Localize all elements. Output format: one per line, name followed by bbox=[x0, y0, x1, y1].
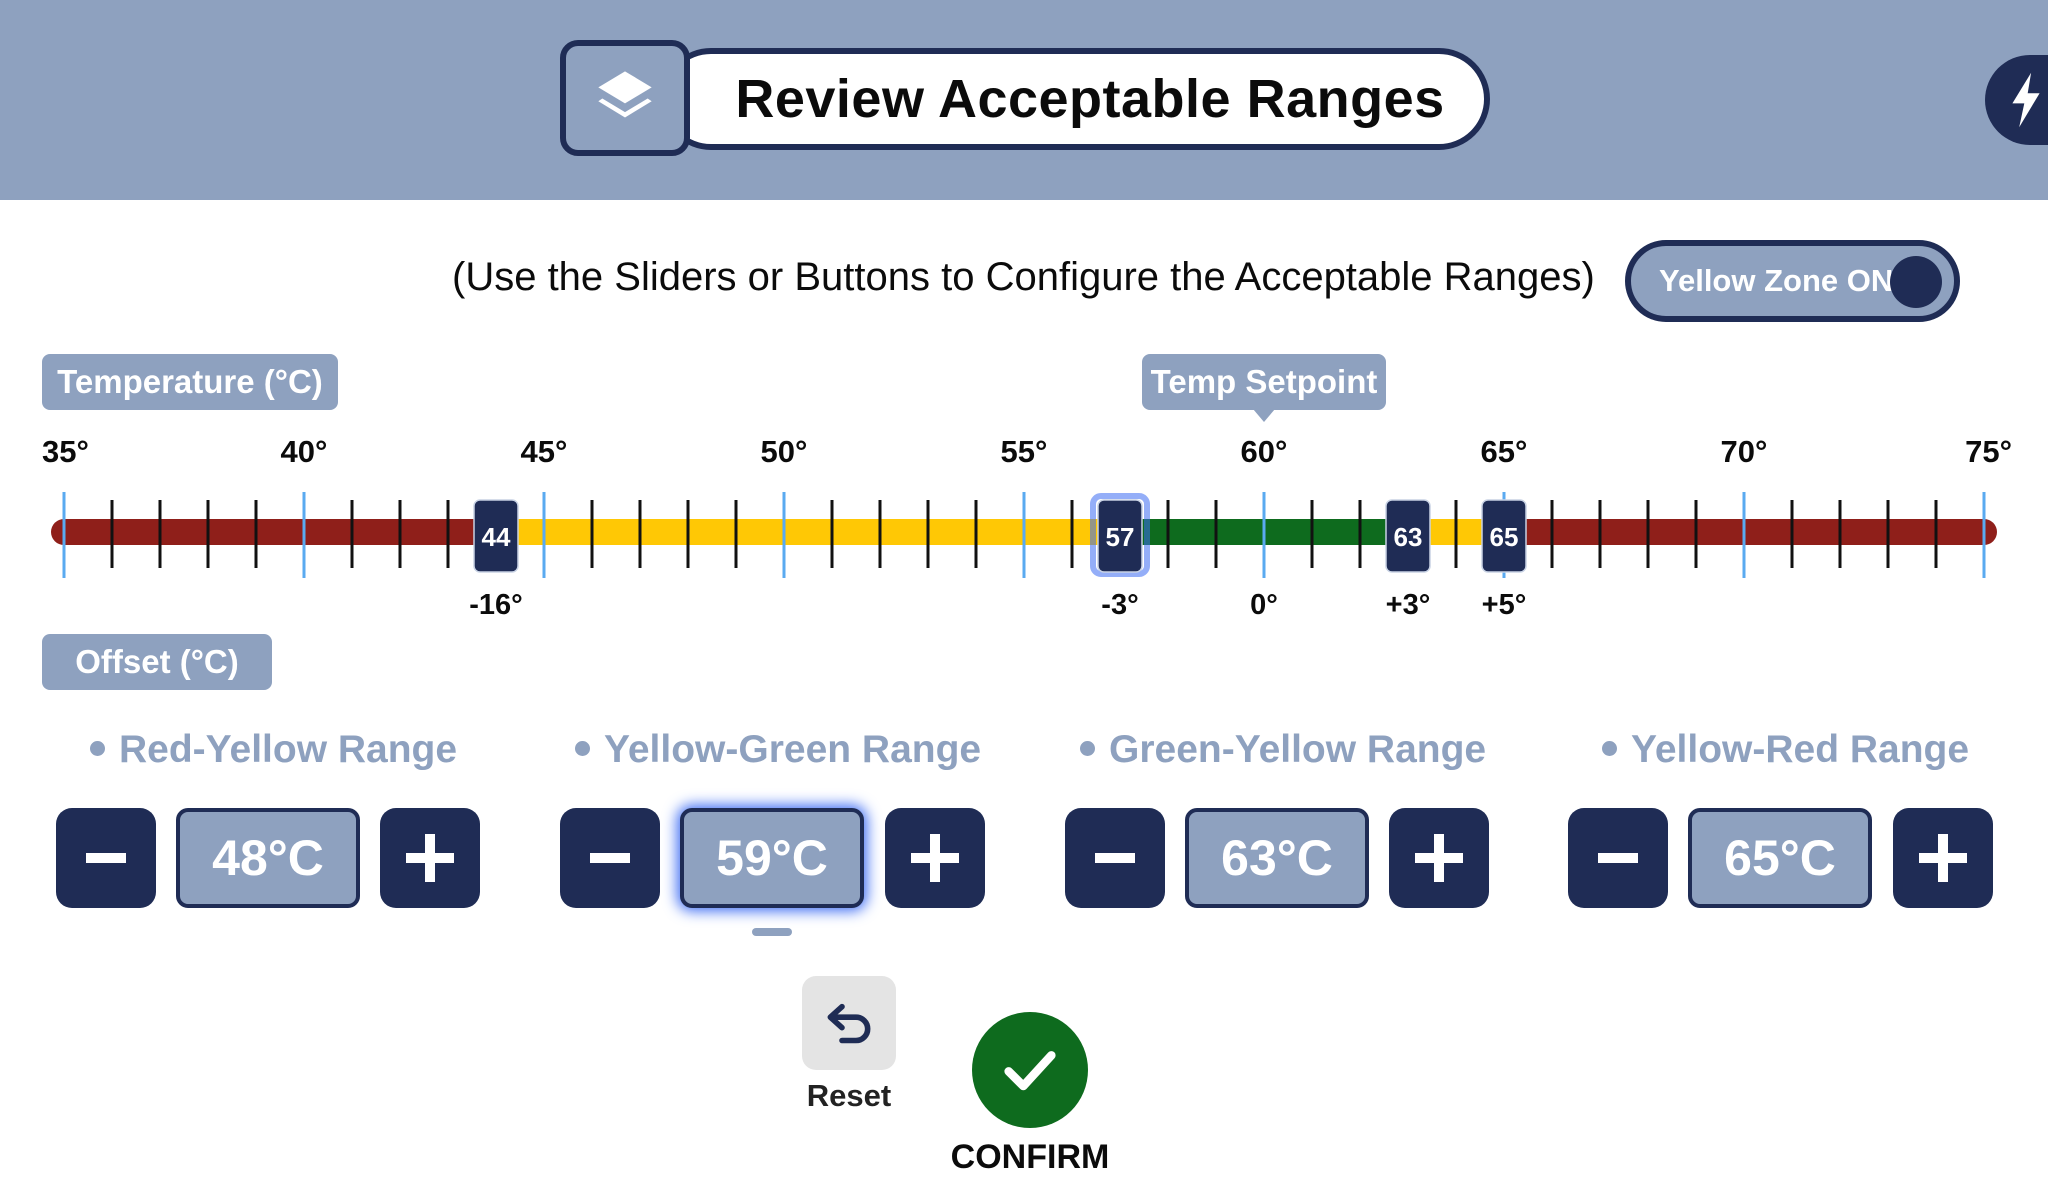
offset-axis-label: Offset (°C) bbox=[42, 634, 272, 690]
temperature-tick-label: 45° bbox=[521, 434, 568, 469]
plus-icon bbox=[406, 834, 454, 882]
layers-icon bbox=[598, 71, 652, 118]
temperature-tick-label: 60° bbox=[1241, 434, 1288, 469]
range-title-text: Yellow-Red Range bbox=[1631, 728, 1970, 771]
range-handle-label: 63 bbox=[1394, 522, 1423, 552]
offset-tick-label: -16° bbox=[469, 589, 523, 621]
header-bar: Review Acceptable Ranges bbox=[0, 0, 2048, 200]
lightning-bolt-icon bbox=[2012, 72, 2040, 128]
reset-button[interactable] bbox=[802, 976, 896, 1070]
range-title-yellow-red: Yellow-Red Range bbox=[1602, 728, 1969, 772]
range-title-text: Red-Yellow Range bbox=[119, 728, 458, 771]
checkmark-icon bbox=[1004, 1051, 1056, 1091]
yellow-zone-toggle-label: Yellow Zone ON bbox=[1659, 263, 1894, 298]
confirm-label: CONFIRM bbox=[950, 1138, 1110, 1176]
bullet-icon bbox=[575, 741, 590, 757]
yellow-red-decrement-button[interactable] bbox=[1568, 808, 1668, 908]
offset-tick-label: 0° bbox=[1250, 589, 1278, 621]
offset-tick-label: +3° bbox=[1386, 589, 1431, 621]
plus-icon bbox=[1415, 834, 1463, 882]
minus-icon bbox=[1598, 853, 1638, 863]
yellow-red-increment-button[interactable] bbox=[1893, 808, 1993, 908]
confirm-button[interactable] bbox=[972, 1012, 1088, 1128]
bullet-icon bbox=[1080, 741, 1095, 757]
red-yellow-increment-button[interactable] bbox=[380, 808, 480, 908]
minus-icon bbox=[86, 853, 126, 863]
minus-icon bbox=[1095, 853, 1135, 863]
temp-setpoint-label: Temp Setpoint bbox=[1142, 354, 1386, 410]
temperature-tick-label: 70° bbox=[1721, 434, 1768, 469]
reset-label: Reset bbox=[806, 1078, 892, 1113]
yellow-red-value[interactable]: 65°C bbox=[1688, 808, 1872, 908]
toggle-knob bbox=[1890, 256, 1942, 308]
range-title-text: Yellow-Green Range bbox=[604, 728, 982, 771]
range-handle-label: 44 bbox=[482, 522, 511, 552]
range-slider[interactable]: 35° 40° 45° 50° 55° 60° 65° 70° 75° -16° -3° 0° +3° +… bbox=[0, 420, 2048, 635]
range-title-red-yellow: Red-Yellow Range bbox=[90, 728, 457, 772]
range-handle-label: 57 bbox=[1106, 522, 1135, 552]
active-range-indicator bbox=[752, 928, 792, 936]
yellow-green-decrement-button[interactable] bbox=[560, 808, 660, 908]
yellow-green-increment-button[interactable] bbox=[885, 808, 985, 908]
bullet-icon bbox=[90, 741, 105, 757]
temperature-tick-label: 40° bbox=[281, 434, 328, 469]
yellow-green-value[interactable]: 59°C bbox=[680, 808, 864, 908]
green-yellow-decrement-button[interactable] bbox=[1065, 808, 1165, 908]
layers-button[interactable] bbox=[560, 40, 690, 156]
green-yellow-increment-button[interactable] bbox=[1389, 808, 1489, 908]
range-handle-label: 65 bbox=[1490, 522, 1519, 552]
offset-tick-label: -3° bbox=[1101, 589, 1138, 621]
plus-icon bbox=[1919, 834, 1967, 882]
quick-action-button[interactable] bbox=[1985, 55, 2048, 145]
range-title-yellow-green: Yellow-Green Range bbox=[575, 728, 981, 772]
minus-icon bbox=[590, 853, 630, 863]
range-title-green-yellow: Green-Yellow Range bbox=[1080, 728, 1486, 772]
page-title-pill: Review Acceptable Ranges bbox=[660, 48, 1490, 150]
temperature-tick-label: 65° bbox=[1481, 434, 1528, 469]
temperature-axis-label: Temperature (°C) bbox=[42, 354, 338, 410]
yellow-zone-toggle[interactable]: Yellow Zone ON bbox=[1625, 240, 1960, 322]
temperature-tick-label: 50° bbox=[761, 434, 808, 469]
bullet-icon bbox=[1602, 741, 1617, 757]
undo-arrow-icon bbox=[827, 1003, 871, 1044]
temperature-tick-label: 55° bbox=[1001, 434, 1048, 469]
page-title: Review Acceptable Ranges bbox=[735, 69, 1445, 129]
range-title-text: Green-Yellow Range bbox=[1109, 728, 1487, 771]
temperature-tick-label: 35° bbox=[42, 434, 89, 469]
instruction-text: (Use the Sliders or Buttons to Configure… bbox=[452, 255, 1595, 299]
temperature-tick-label: 75° bbox=[1965, 434, 2012, 469]
green-yellow-value[interactable]: 63°C bbox=[1185, 808, 1369, 908]
red-yellow-value[interactable]: 48°C bbox=[176, 808, 360, 908]
red-yellow-decrement-button[interactable] bbox=[56, 808, 156, 908]
offset-tick-label: +5° bbox=[1482, 589, 1527, 621]
plus-icon bbox=[911, 834, 959, 882]
